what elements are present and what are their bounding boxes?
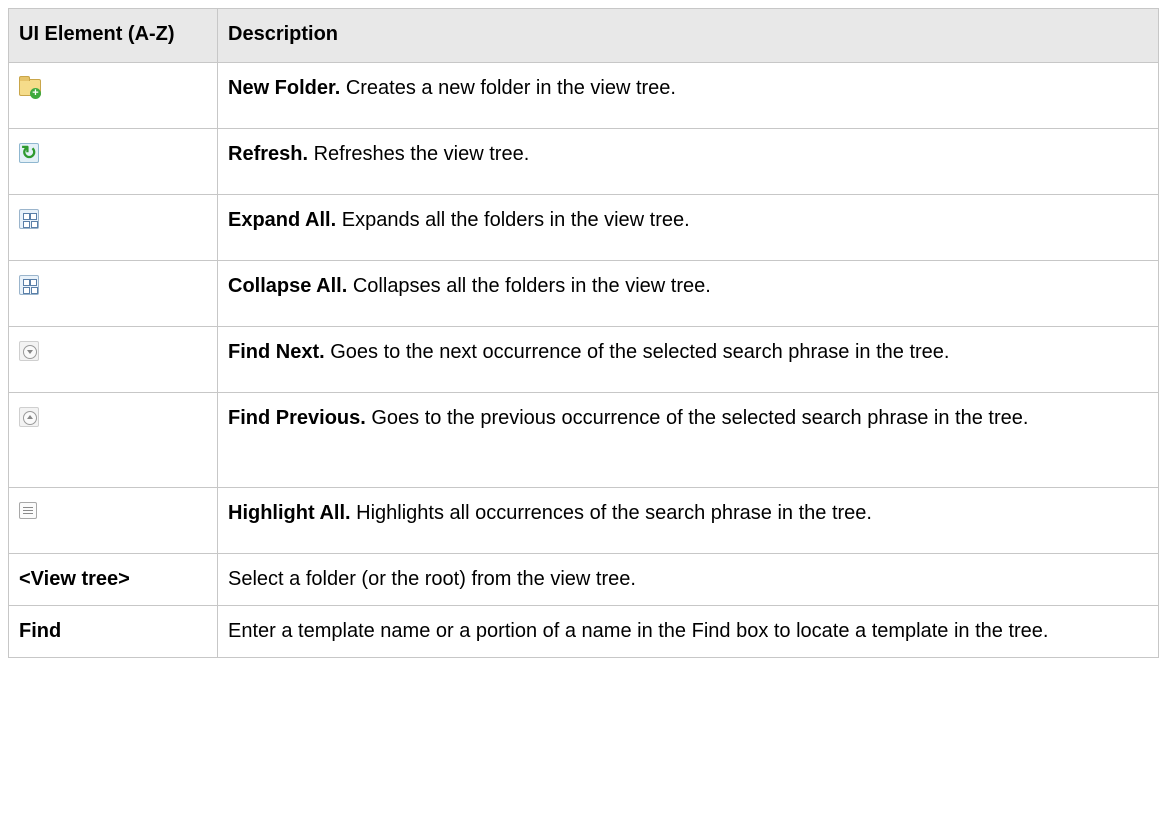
element-term: Find Next.	[228, 341, 325, 363]
description-cell: New Folder. Creates a new folder in the …	[217, 62, 1159, 129]
table-row: Find Next. Goes to the next occurrence o…	[8, 326, 1159, 393]
element-description: Creates a new folder in the view tree.	[345, 77, 676, 99]
ui-element-cell	[8, 128, 218, 195]
description-cell: Refresh. Refreshes the view tree.	[217, 128, 1159, 195]
element-description: Highlights all occurrences of the search…	[356, 502, 872, 524]
find-next-icon	[19, 341, 39, 361]
find-previous-icon	[19, 407, 39, 427]
element-description: Refreshes the view tree.	[313, 143, 530, 165]
ui-element-cell: <View tree>	[8, 553, 218, 606]
element-name: Find	[19, 620, 62, 642]
element-term: New Folder.	[228, 77, 341, 99]
description-cell: Expand All. Expands all the folders in t…	[217, 194, 1159, 261]
new-folder-icon	[19, 76, 41, 99]
table-row: Highlight All. Highlights all occurrence…	[8, 487, 1159, 554]
ui-element-cell	[8, 487, 218, 554]
table-row: Find Previous. Goes to the previous occu…	[8, 392, 1159, 488]
description-cell: Highlight All. Highlights all occurrence…	[217, 487, 1159, 554]
element-description: Expands all the folders in the view tree…	[341, 209, 690, 231]
element-name: <View tree>	[19, 568, 130, 590]
table-row: Refresh. Refreshes the view tree.	[8, 128, 1159, 195]
ui-element-cell	[8, 392, 218, 488]
table-row: Find Enter a template name or a portion …	[8, 605, 1159, 658]
highlight-all-icon	[19, 502, 37, 519]
description-cell: Collapse All. Collapses all the folders …	[217, 260, 1159, 327]
header-description: Description	[217, 8, 1159, 63]
description-cell: Enter a template name or a portion of a …	[217, 605, 1159, 658]
table-row: Expand All. Expands all the folders in t…	[8, 194, 1159, 261]
description-cell: Find Next. Goes to the next occurrence o…	[217, 326, 1159, 393]
description-cell: Find Previous. Goes to the previous occu…	[217, 392, 1159, 488]
element-term: Highlight All.	[228, 502, 351, 524]
table-row: <View tree> Select a folder (or the root…	[8, 553, 1159, 606]
element-term: Refresh.	[228, 143, 309, 165]
table-row: Collapse All. Collapses all the folders …	[8, 260, 1159, 327]
element-description: Goes to the next occurrence of the selec…	[330, 341, 950, 363]
ui-element-cell: Find	[8, 605, 218, 658]
element-description: Enter a template name or a portion of a …	[228, 620, 1049, 642]
ui-element-cell	[8, 194, 218, 261]
description-cell: Select a folder (or the root) from the v…	[217, 553, 1159, 606]
header-ui-element: UI Element (A-Z)	[8, 8, 218, 63]
element-term: Expand All.	[228, 209, 337, 231]
collapse-all-icon	[19, 275, 39, 295]
table-header-row: UI Element (A-Z) Description	[8, 8, 1159, 63]
element-description: Collapses all the folders in the view tr…	[352, 275, 711, 297]
element-term: Find Previous.	[228, 407, 366, 429]
refresh-icon	[19, 138, 39, 169]
table-row: New Folder. Creates a new folder in the …	[8, 62, 1159, 129]
ui-element-cell	[8, 62, 218, 129]
element-description: Select a folder (or the root) from the v…	[228, 568, 636, 590]
element-description: Goes to the previous occurrence of the s…	[371, 407, 1029, 429]
element-term: Collapse All.	[228, 275, 348, 297]
ui-element-cell	[8, 326, 218, 393]
ui-element-cell	[8, 260, 218, 327]
ui-elements-table: UI Element (A-Z) Description New Folder.…	[8, 8, 1159, 658]
expand-all-icon	[19, 209, 39, 229]
